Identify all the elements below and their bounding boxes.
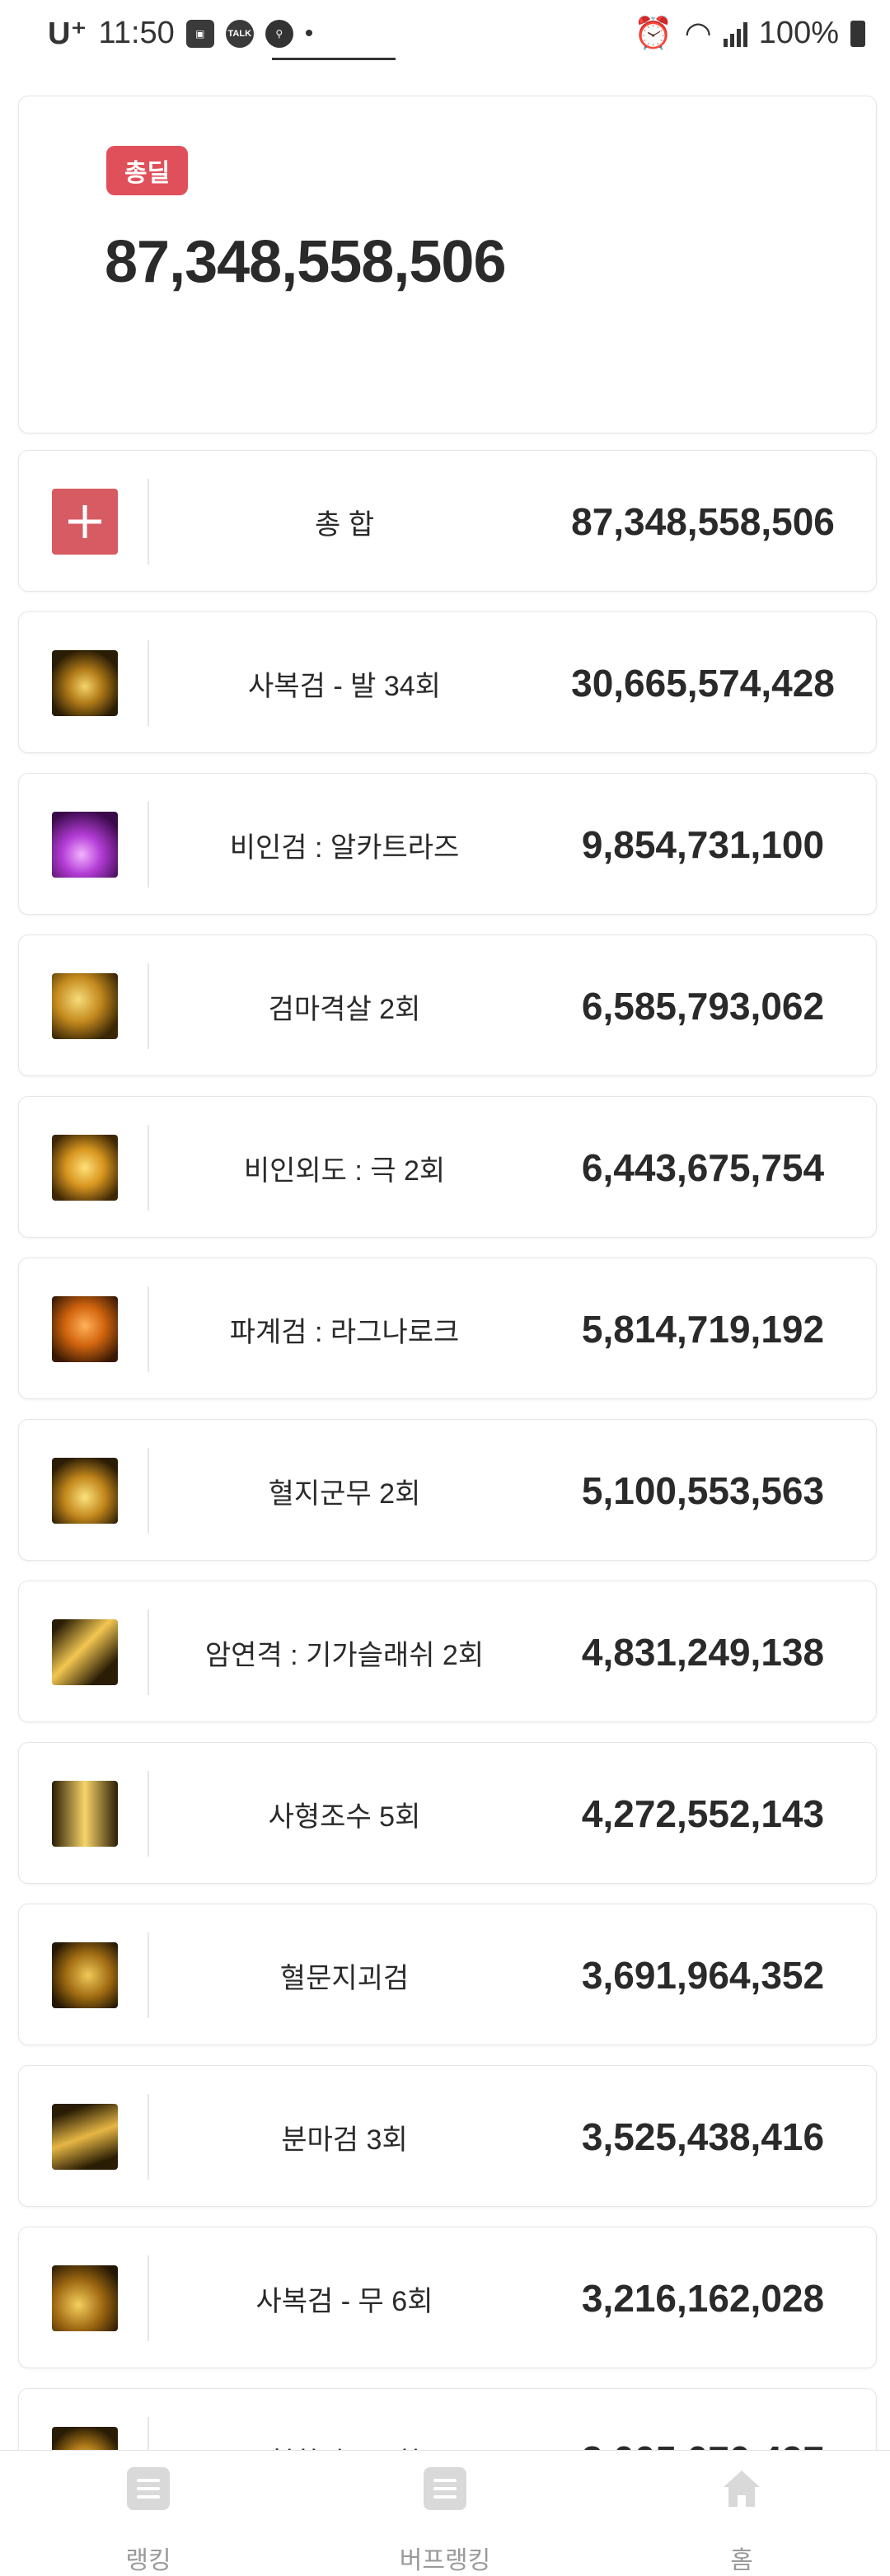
signal-icon (723, 21, 747, 47)
row-divider (148, 2255, 149, 2341)
skill-damage: 6,443,675,754 (581, 1146, 825, 1189)
row-divider (148, 802, 149, 888)
list-icon (424, 2467, 466, 2510)
skill-name: 혈지군무 2회 (268, 1478, 421, 1510)
row-divider (148, 1286, 149, 1372)
skill-name: 사복검 - 무 6회 (255, 2285, 433, 2317)
skill-damage: 87,348,558,506 (571, 500, 835, 543)
nav-label: 랭킹 (125, 2547, 171, 2574)
skill-icon (52, 1942, 118, 2008)
status-right: ⏰ ◠ 100% (634, 15, 865, 52)
talk-icon: TALK (225, 19, 254, 48)
total-damage-card: 총딜 87,348,558,506 (18, 96, 877, 433)
damage-row[interactable]: 파계검 : 라그나로크 5,814,719,192 (18, 1258, 877, 1399)
skill-name: 비인외도 : 극 2회 (243, 1155, 446, 1187)
nav-label: 홈 (730, 2547, 753, 2574)
damage-row[interactable]: 총 합 87,348,558,506 (18, 450, 877, 592)
skill-damage: 5,100,553,563 (581, 1469, 825, 1512)
skill-icon (52, 1781, 118, 1847)
gallery-icon: ▣ (185, 19, 214, 48)
damage-row[interactable]: 비인외도 : 극 2회 6,443,675,754 (18, 1096, 877, 1238)
row-divider (148, 1932, 149, 2018)
row-divider (148, 1771, 149, 1857)
skill-damage: 9,854,731,100 (581, 823, 825, 866)
nav-label: 버프랭킹 (399, 2547, 491, 2574)
damage-row[interactable]: 분마검 3회 3,525,438,416 (18, 2065, 877, 2207)
battery-icon (850, 20, 865, 47)
battery-percent: 100% (758, 16, 839, 50)
carrier-label: U⁺ (48, 16, 87, 51)
link-icon: ⚲ (265, 19, 293, 48)
clock: 11:50 (98, 16, 175, 50)
home-icon (724, 2471, 760, 2507)
damage-row[interactable]: 사형조수 5회 4,272,552,143 (18, 1742, 877, 1884)
skill-name: 검마격살 2회 (268, 993, 421, 1025)
row-divider (148, 1609, 149, 1695)
skill-damage: 5,814,719,192 (581, 1308, 825, 1351)
nav-home[interactable]: 홈 (593, 2451, 890, 2576)
damage-row[interactable]: 비인검 : 알카트라즈 9,854,731,100 (18, 773, 877, 915)
skill-icon (52, 812, 118, 878)
damage-row[interactable]: 사복검 - 무 6회 3,216,162,028 (18, 2227, 877, 2368)
skill-name: 파계검 : 라그나로크 (229, 1316, 460, 1348)
skill-name: 사형조수 5회 (268, 1801, 421, 1833)
skill-damage: 3,525,438,416 (581, 2115, 825, 2158)
list-icon (127, 2467, 170, 2510)
skill-name: 분마검 3회 (281, 2124, 408, 2156)
more-notifications-icon: • (304, 19, 314, 47)
skill-name: 비인검 : 알카트라즈 (229, 831, 460, 864)
total-damage-badge: 총딜 (106, 146, 189, 195)
skill-damage: 3,691,964,352 (581, 1954, 825, 1997)
damage-row[interactable]: 혈지군무 2회 5,100,553,563 (18, 1419, 877, 1561)
skill-icon (52, 1458, 118, 1524)
damage-row[interactable]: 암연격 : 기가슬래쉬 2회 4,831,249,138 (18, 1581, 877, 1722)
skill-icon (52, 1619, 118, 1685)
skill-icon (52, 2104, 118, 2170)
wifi-icon: ◠ (684, 16, 712, 51)
row-divider (148, 640, 149, 726)
skill-icon (52, 2265, 118, 2331)
nav-ranking[interactable]: 랭킹 (0, 2451, 297, 2576)
status-left: U⁺ 11:50 ▣ TALK ⚲ • (48, 15, 313, 52)
skill-name: 사복검 - 발 34회 (248, 670, 441, 702)
row-divider (148, 1125, 149, 1211)
total-damage-value: 87,348,558,506 (105, 229, 506, 295)
status-bar: U⁺ 11:50 ▣ TALK ⚲ • ⏰ ◠ 100% (0, 0, 890, 66)
damage-row[interactable]: 사복검 - 발 34회 30,665,574,428 (18, 611, 877, 753)
row-divider (148, 963, 149, 1049)
nav-buff-ranking[interactable]: 버프랭킹 (297, 2451, 593, 2576)
row-divider (148, 479, 149, 564)
skill-damage: 4,831,249,138 (581, 1631, 825, 1674)
status-underline (272, 58, 396, 60)
skill-name: 암연격 : 기가슬래쉬 2회 (204, 1639, 485, 1671)
damage-row[interactable]: 검마격살 2회 6,585,793,062 (18, 934, 877, 1076)
bottom-nav: 랭킹 버프랭킹 홈 (0, 2450, 890, 2576)
skill-damage: 4,272,552,143 (581, 1792, 825, 1835)
row-divider (148, 2094, 149, 2180)
alarm-icon: ⏰ (634, 16, 673, 51)
skill-damage: 6,585,793,062 (581, 985, 825, 1028)
skill-damage: 30,665,574,428 (571, 662, 835, 705)
damage-row[interactable]: 혈문지괴검 3,691,964,352 (18, 1904, 877, 2045)
skill-icon (52, 650, 118, 716)
skill-icon (52, 1296, 118, 1362)
skill-icon (52, 1135, 118, 1201)
skill-icon (52, 973, 118, 1039)
plus-icon (52, 489, 118, 555)
skill-damage: 3,216,162,028 (581, 2277, 825, 2320)
skill-name: 총 합 (314, 508, 374, 541)
row-divider (148, 1448, 149, 1534)
skill-name: 혈문지괴검 (279, 1962, 410, 1994)
